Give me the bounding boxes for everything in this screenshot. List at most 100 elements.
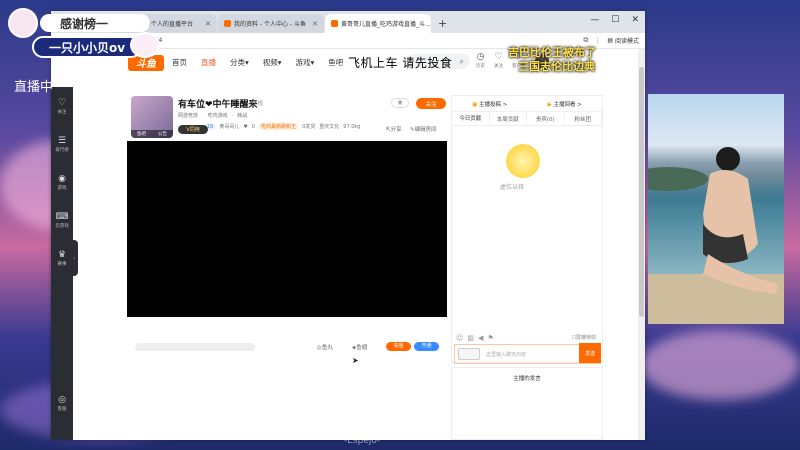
mascot-avatar [8,8,38,38]
submissions-link[interactable]: ▣ 主播投稿 > [472,100,507,108]
category-link[interactable]: 韩战 [237,112,247,119]
center-caption: 飞机上车 请先投食 [348,56,453,70]
chat-panel: ▣ 主播投稿 > ▶ 主播回看 > 今日贡献 本周贡献 贵宾(0) 粉丝团 虚位… [451,95,603,364]
nav-video[interactable]: 视频▾ [263,57,282,68]
fishbar-link[interactable]: 鱼吧 [137,131,146,137]
meta-separator: · [202,112,204,119]
meta-separator: · [231,112,234,119]
open-button[interactable]: 开通 [414,342,439,351]
gift-controls: ◎鱼丸 ◈鱼翅 充值 开通 [127,337,447,357]
sidebar-item-events[interactable]: ♛ 赛事 [51,239,73,277]
browser-tab[interactable]: 我的资料 - 个人中心 - 斗鱼 ✕ [218,14,324,33]
nav-game[interactable]: 游戏▾ [296,57,315,68]
hot-icon: ♥ [243,123,248,130]
replay-link[interactable]: ▶ 主播回看 > [548,100,582,108]
nav-home[interactable]: 首页 [172,57,187,68]
category-link[interactable]: 吃鸡游戏 [208,112,228,119]
overlay-line-2: 三国志伦比边典 [518,60,595,73]
notice-link[interactable]: 公告 [158,131,167,137]
chat-top-links: ▣ 主播投稿 > ▶ 主播回看 > [452,96,602,112]
sidebar-label: 关注 [57,110,67,115]
follow-count-icon[interactable]: ◉ [391,98,409,108]
replay-label: 主播回看 > [553,101,582,108]
tab-label: 黄哥哥儿直播_吃鸡游戏直播_斗... [341,21,431,28]
maximize-icon[interactable]: ☐ [611,15,619,25]
sidebar-item-game[interactable]: ◉ 游戏 [51,163,73,201]
submissions-label: 主播投稿 > [479,101,508,108]
follow-button[interactable]: ♡ 关注 [494,52,503,69]
streamer-avatar[interactable]: 鱼吧 公告 [131,96,173,138]
new-tab-icon[interactable]: + [438,17,447,30]
nav-fishbar[interactable]: 鱼吧 [328,57,343,68]
reader-mode-button[interactable]: ▤ 阅读模式 [607,36,639,45]
sidebar-item-service[interactable]: ◎ 客服 [51,384,73,422]
mask-effects-toggle[interactable]: ☐屏蔽特效 [572,334,597,341]
scrollbar-thumb[interactable] [639,67,644,317]
avatar-label-bar: 鱼吧 公告 [131,130,173,138]
sidebar-label: 云游戏 [55,224,69,229]
history-button[interactable]: ◷ 历史 [476,52,485,69]
sidebar-item-cloud-game[interactable]: ⌨ 云游戏 [51,201,73,239]
gift-bar[interactable] [135,343,255,351]
sidebar-label: 客服 [57,407,67,412]
share-label: 分享 [390,127,402,133]
reader-mode-label: 阅读模式 [614,38,639,45]
minimize-icon[interactable]: — [590,15,599,25]
emoji-icon[interactable]: ☺ [456,334,463,342]
video-player[interactable] [127,141,447,317]
search-icon[interactable]: ⌕ [460,57,464,67]
flag-icon[interactable]: ⚑ [487,334,493,342]
report-link[interactable]: 举报 [252,99,263,107]
streamer-posts-title: 主播的发言 [513,376,541,382]
close-tab-icon[interactable]: ✕ [205,20,211,28]
fishfin-label: 鱼翅 [356,345,368,351]
photo-scene [648,147,784,324]
send-button[interactable]: 发送 [579,343,601,363]
image-icon[interactable]: ▨ [467,334,474,342]
edit-label: 编辑房间 [414,127,437,133]
weight-label: 97.0kg [343,123,361,130]
douyu-favicon-icon [331,20,338,27]
sidebar-item-ranking[interactable]: ☰ 排行榜 [51,125,73,163]
edit-room-button[interactable]: ✎编辑房间 [410,125,437,133]
tab-week[interactable]: 本周贡献 [490,112,527,125]
page-scrollbar[interactable] [638,49,645,440]
share-button[interactable]: ⇱分享 [386,125,402,133]
tab-fans[interactable]: 粉丝团 [565,112,602,125]
empty-illustration: 虚位以待 [482,142,562,192]
megaphone-icon[interactable]: ◀ [478,334,483,342]
sidebar-item-follow[interactable]: ♡ 关注 [51,87,73,125]
vip-badge[interactable]: V同袍 [178,125,208,134]
follow-button[interactable]: 关注 [416,98,446,109]
fishfin-button[interactable]: ◈鱼翅 [352,343,367,351]
history-icon: ◷ [476,52,485,62]
thanks-badge: 感谢榜一 [40,14,150,32]
empty-caption: 虚位以待 [500,184,525,191]
mascot-icon [506,144,540,178]
chat-tools: ☺ ▨ ◀ ⚑ [456,334,494,342]
recharge-button[interactable]: 充值 [386,342,411,351]
mask-label: 屏蔽特效 [575,335,596,341]
sidebar-label: 排行榜 [55,148,69,153]
nav-category[interactable]: 分类▾ [230,57,249,68]
fishball-button[interactable]: ◎鱼丸 [317,343,333,351]
nav-live[interactable]: 直播 [201,57,216,68]
close-tab-icon[interactable]: ✕ [312,20,318,28]
sidebar-collapse-handle[interactable]: › [71,240,78,276]
stream-label: 直播中 [14,80,54,95]
tab-today[interactable]: 今日贡献 [452,112,490,125]
replay-icon: ▶ [547,101,552,108]
headset-icon: ◎ [58,395,66,405]
bunny-mascot [130,32,160,58]
watermark: -Espejo- [344,436,381,446]
hot-count: 0 [251,123,256,130]
tab-vip[interactable]: 贵宾(0) [527,112,565,125]
pink-cloud [640,330,800,400]
tv-icon[interactable] [458,348,480,360]
streamer-posts: 主播的发言 [451,367,603,440]
follow-icon: ♡ [494,52,503,62]
browser-tab-active[interactable]: 黄哥哥儿直播_吃鸡游戏直播_斗... ✕ [325,14,431,33]
region-label: 重庆文化 [319,124,340,130]
close-window-icon[interactable]: ✕ [631,15,639,25]
category-link[interactable]: 网游竞技 [178,112,198,119]
